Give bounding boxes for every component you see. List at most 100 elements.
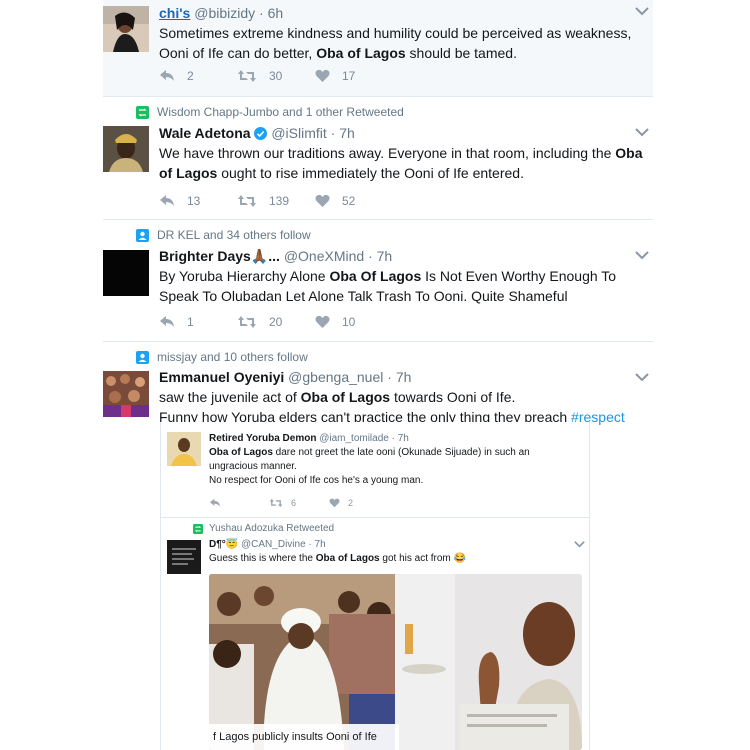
retweet-button[interactable]: 6 (269, 498, 329, 508)
reply-button[interactable]: 2 (159, 69, 237, 83)
follow-context[interactable]: missjay and 10 others follow (136, 350, 308, 364)
avatar[interactable] (167, 432, 201, 466)
tweet-header: Emmanuel Oyeniyi @gbenga_nuel · 7h (159, 368, 645, 386)
timestamp[interactable]: 6h (268, 5, 284, 21)
like-icon (315, 315, 330, 328)
text-segment: Sometimes extreme kindness and humility … (159, 25, 632, 41)
avatar[interactable] (167, 540, 201, 574)
text-bold-segment: Oba of Lagos (315, 553, 380, 564)
retweet-count: 20 (269, 315, 283, 329)
user-handle[interactable]: @iam_tomilade (319, 433, 389, 444)
like-button[interactable]: 2 (329, 498, 389, 508)
timestamp[interactable]: 7h (396, 369, 412, 385)
context-text: missjay and 10 others follow (157, 350, 308, 364)
context-text: Yushau Adozuka Retweeted (209, 523, 335, 534)
display-name[interactable]: D¶°😇 (209, 539, 238, 550)
text-segment: should be tamed. (405, 45, 517, 61)
user-handle[interactable]: @iSlimfit (271, 125, 326, 141)
media-image[interactable]: f Lagos publicly insults Ooni of Ife (209, 574, 582, 750)
like-count: 52 (342, 194, 356, 208)
reply-count: 2 (187, 69, 194, 83)
text-segment: Guess this is where the (209, 553, 316, 564)
user-handle[interactable]: @gbenga_nuel (288, 369, 383, 385)
retweet-context-icon (193, 523, 203, 534)
user-handle[interactable]: @bibizidy (194, 5, 255, 21)
reply-icon (160, 70, 174, 81)
like-button[interactable]: 52 (315, 194, 393, 208)
retweet-icon (238, 316, 256, 328)
user-handle[interactable]: @CAN_Divine (241, 539, 306, 550)
timestamp[interactable]: 7h (315, 539, 326, 550)
text-bold-segment: Oba of Lagos (209, 447, 273, 458)
tweet-header: Retired Yoruba Demon @iam_tomilade · 7h (209, 432, 581, 446)
tweet-text: Oba of Lagos dare not greet the late oon… (209, 446, 581, 488)
chevron-down-icon[interactable] (635, 372, 649, 382)
like-button[interactable]: 10 (315, 315, 393, 329)
text-segment: We have thrown our traditions away. Ever… (159, 145, 616, 161)
tweet[interactable]: chi's @bibizidy · 6h Sometimes extreme k… (103, 0, 653, 97)
tweet-header: Wale Adetona @iSlimfit · 7h (159, 124, 645, 142)
tweet-actions: 13 139 52 (159, 194, 393, 208)
reply-icon (160, 316, 174, 327)
separator-dot: · (308, 539, 312, 550)
separator-dot: · (391, 433, 395, 444)
chevron-down-icon[interactable] (635, 6, 649, 16)
reply-count: 13 (187, 194, 201, 208)
retweet-count: 139 (269, 194, 290, 208)
timestamp[interactable]: 7h (377, 248, 393, 264)
reply-icon (210, 498, 220, 507)
display-name[interactable]: Emmanuel Oyeniyi (159, 369, 284, 385)
verified-badge-icon (254, 127, 268, 140)
retweet-context[interactable]: Wisdom Chapp-Jumbo and 1 other Retweeted (136, 105, 404, 119)
avatar[interactable] (103, 250, 149, 296)
text-segment: ought to rise immediately the Ooni of If… (217, 165, 524, 181)
text-segment: By Yoruba Hierarchy Alone (159, 268, 330, 284)
text-bold-segment: Oba Of Lagos (329, 268, 422, 284)
retweet-context-icon (136, 105, 149, 119)
follow-context-icon (136, 350, 149, 364)
display-name[interactable]: Retired Yoruba Demon (209, 433, 316, 444)
reply-icon (160, 195, 174, 206)
avatar[interactable] (103, 6, 149, 52)
retweet-button[interactable]: 20 (237, 315, 315, 329)
tweet[interactable]: missjay and 10 others follow Emmanuel Oy… (103, 342, 653, 750)
user-handle[interactable]: @OneXMind (284, 248, 364, 264)
chevron-down-icon[interactable] (635, 127, 649, 137)
tweet[interactable]: DR KEL and 34 others follow Brighter Day… (103, 220, 653, 342)
text-bold-segment: Oba of Lagos (300, 389, 391, 405)
avatar[interactable] (103, 126, 149, 172)
display-name[interactable]: chi's (159, 5, 190, 21)
avatar[interactable] (103, 371, 149, 417)
tweet-header: Brighter Days🙏🏾... @OneXMind · 7h (159, 247, 645, 265)
separator-dot: · (259, 5, 264, 21)
retweet-count: 6 (291, 498, 297, 508)
text-segment: No respect for Ooni of Ife cos he's a yo… (209, 475, 424, 486)
tweet[interactable]: Wisdom Chapp-Jumbo and 1 other Retweeted… (103, 97, 653, 220)
retweet-context[interactable]: Yushau Adozuka Retweeted (193, 523, 334, 534)
follow-context-icon (136, 228, 149, 242)
tweet-header: D¶°😇 @CAN_Divine · 7h (209, 538, 581, 552)
like-count: 17 (342, 69, 356, 83)
display-name[interactable]: Brighter Days🙏🏾... (159, 248, 280, 264)
like-icon (329, 498, 340, 508)
retweet-icon (269, 498, 283, 508)
context-text: DR KEL and 34 others follow (157, 228, 311, 242)
timeline-feed: chi's @bibizidy · 6h Sometimes extreme k… (103, 0, 653, 750)
timestamp[interactable]: 7h (339, 125, 355, 141)
display-name[interactable]: Wale Adetona (159, 125, 251, 141)
retweet-button[interactable]: 139 (237, 194, 315, 208)
tweet-text: By Yoruba Hierarchy Alone Oba Of Lagos I… (159, 266, 645, 306)
follow-context[interactable]: DR KEL and 34 others follow (136, 228, 311, 242)
retweet-button[interactable]: 30 (237, 69, 315, 83)
chevron-down-icon[interactable] (635, 250, 649, 260)
timestamp[interactable]: 7h (398, 433, 409, 444)
embedded-tweet[interactable]: Retired Yoruba Demon @iam_tomilade · 7h … (160, 422, 590, 518)
reply-button[interactable]: 1 (159, 315, 237, 329)
reply-button[interactable] (209, 498, 269, 508)
embedded-tweet[interactable]: Yushau Adozuka Retweeted D¶°😇 @CAN_Divin… (160, 518, 590, 750)
retweet-count: 30 (269, 69, 283, 83)
like-icon (315, 194, 330, 207)
like-button[interactable]: 17 (315, 69, 393, 83)
chevron-down-icon[interactable] (574, 540, 585, 548)
reply-button[interactable]: 13 (159, 194, 237, 208)
